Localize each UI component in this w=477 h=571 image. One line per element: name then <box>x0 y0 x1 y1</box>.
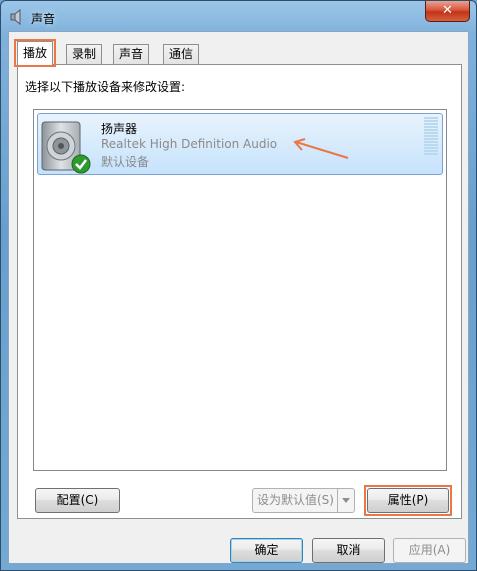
tab-communications[interactable]: 通信 <box>163 44 200 64</box>
apply-button[interactable]: 应用(A) <box>393 538 466 563</box>
annotation-arrow-icon <box>293 138 349 159</box>
speaker-device-icon <box>41 121 91 174</box>
close-button[interactable]: ✕ <box>425 1 470 22</box>
device-status: 默认设备 <box>101 155 150 169</box>
ok-button[interactable]: 确定 <box>230 538 303 563</box>
configure-button[interactable]: 配置(C) <box>35 488 120 513</box>
sound-dialog-window: 声音 ✕ 播放 录制 声音 通信 选择以下播放设备来修改设置: 扬声器 Real… <box>0 0 477 571</box>
tab-recording[interactable]: 录制 <box>66 44 103 64</box>
instruction-text: 选择以下播放设备来修改设置: <box>25 80 186 94</box>
tab-label: 声音 <box>119 47 144 61</box>
tab-label: 录制 <box>72 47 97 61</box>
properties-button[interactable]: 属性(P) <box>364 485 452 516</box>
device-description: Realtek High Definition Audio <box>101 137 278 151</box>
volume-level-meter <box>424 117 438 158</box>
chevron-down-icon[interactable] <box>337 489 354 512</box>
tab-label: 播放 <box>23 46 48 60</box>
set-default-button[interactable]: 设为默认值(S) <box>252 488 355 513</box>
tab-playback[interactable]: 播放 <box>14 39 57 67</box>
cancel-button[interactable]: 取消 <box>312 538 385 563</box>
device-list[interactable]: 扬声器 Realtek High Definition Audio 默认设备 <box>33 109 447 471</box>
speaker-icon <box>10 9 21 25</box>
tab-sounds[interactable]: 声音 <box>113 44 150 64</box>
dialog-client-area: 播放 录制 声音 通信 选择以下播放设备来修改设置: 扬声器 Realtek H… <box>8 31 469 564</box>
set-default-label: 设为默认值(S) <box>257 493 334 507</box>
device-item-speakers[interactable]: 扬声器 Realtek High Definition Audio 默认设备 <box>37 113 443 175</box>
tab-label: 通信 <box>169 47 194 61</box>
window-title: 声音 <box>31 12 56 26</box>
device-name: 扬声器 <box>101 122 138 136</box>
properties-label: 属性(P) <box>387 493 429 507</box>
